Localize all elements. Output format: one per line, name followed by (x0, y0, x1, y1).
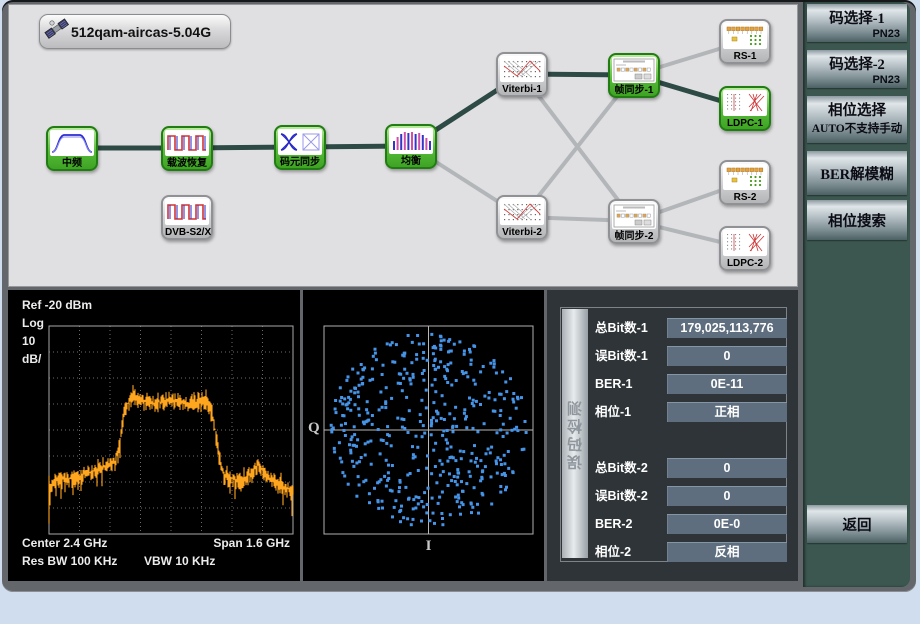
eye-diagram-icon (278, 129, 322, 155)
flow-node-label: 载波恢复 (165, 156, 209, 171)
square-wave-icon (165, 130, 209, 156)
flow-node-label: RS-2 (723, 190, 767, 205)
flow-node-label: 码元同步 (278, 155, 322, 170)
sidebar-button-3[interactable]: 相位选择AUTO不支持手动 (807, 96, 907, 143)
sidebar-button-4[interactable]: BER解模糊 (807, 151, 907, 195)
square-wave-icon (165, 199, 209, 225)
flow-node-label: LDPC-2 (723, 256, 767, 271)
ber-label: 误Bit数-1 (595, 346, 667, 366)
equalizer-bars-icon (389, 128, 433, 154)
flow-node-label: Viterbi-1 (500, 82, 544, 97)
ber-value-box: 0 (667, 346, 787, 366)
satellite-icon (44, 16, 70, 47)
flow-diagram-panel: 中频 载波恢复 码元同步 均衡 DVB-S2/X Viterbi-1 帧同步-1 RS-1 LD… (8, 4, 798, 287)
ber-value-box: 0E-0 (667, 514, 787, 534)
ber-section-title: 误码检测 (565, 398, 586, 470)
i-axis-label: I (324, 538, 533, 555)
signal-title: 512qam-aircas-5.04G (71, 24, 211, 40)
flow-node-label: RS-1 (723, 49, 767, 64)
ldpc-graph-icon (723, 230, 767, 256)
rs-encoder-icon (723, 23, 767, 49)
ber-label: 相位-1 (595, 402, 667, 422)
ber-value-box: 正相 (667, 402, 787, 422)
trellis-diagram-icon (500, 199, 544, 225)
flow-node-ldpc2[interactable]: LDPC-2 (719, 226, 771, 271)
sidebar-button-sublabel: PN23 (807, 74, 907, 86)
flow-node-fs2[interactable]: 帧同步-2 (608, 199, 660, 244)
center-freq-label: Center 2.4 GHz (22, 536, 107, 550)
ber-label: 总Bit数-1 (595, 318, 667, 338)
ber-panel: 误码检测 总Bit数-1179,025,113,776误Bit数-10BER-1… (547, 290, 798, 581)
flow-node-label: 均衡 (389, 154, 433, 169)
ber-label: BER-2 (595, 514, 667, 534)
flow-node-label: DVB-S2/X (165, 225, 209, 240)
sidebar-button-2[interactable]: 码选择-2PN23 (807, 50, 907, 88)
ber-label: 相位-2 (595, 542, 667, 562)
ber-value-box: 反相 (667, 542, 787, 562)
sidebar-button-1[interactable]: 码选择-1PN23 (807, 4, 907, 42)
log-label: Log (22, 316, 44, 330)
ref-level-label: Ref -20 dBm (22, 298, 92, 312)
back-button-label: 返回 (807, 505, 907, 535)
flow-node-eq[interactable]: 均衡 (385, 124, 437, 169)
sidebar-button-5[interactable]: 相位搜索 (807, 200, 907, 240)
flow-node-fs1[interactable]: 帧同步-1 (608, 53, 660, 98)
rs-encoder-icon (723, 164, 767, 190)
rbw-label: Res BW 100 KHz (22, 554, 117, 568)
sidebar-button-label: 相位选择 (807, 96, 907, 120)
bandpass-spectrum-icon (50, 130, 94, 156)
sidebar-button-sublabel: AUTO不支持手动 (807, 120, 907, 136)
sidebar-button-label: 相位搜索 (807, 200, 907, 231)
flow-node-rs2[interactable]: RS-2 (719, 160, 771, 205)
flow-node-label: 帧同步-1 (612, 83, 656, 98)
flow-node-label: 帧同步-2 (612, 229, 656, 244)
flow-node-label: LDPC-1 (723, 116, 767, 131)
sidebar-button-label: 码选择-2 (807, 50, 907, 74)
span-label: Span 1.6 GHz (213, 536, 290, 550)
ldpc-graph-icon (723, 90, 767, 116)
sidebar: 码选择-1PN23码选择-2PN23相位选择AUTO不支持手动BER解模糊相位搜… (803, 2, 910, 587)
flow-node-label: Viterbi-2 (500, 225, 544, 240)
flow-node-rs1[interactable]: RS-1 (719, 19, 771, 64)
ber-value-box: 0 (667, 458, 787, 478)
flow-node-vit1[interactable]: Viterbi-1 (496, 52, 548, 97)
constellation-panel: Q I (303, 290, 544, 581)
ber-label: 误Bit数-2 (595, 486, 667, 506)
ber-label: BER-1 (595, 374, 667, 394)
scale-label: 10 (22, 334, 35, 348)
flow-node-carrier[interactable]: 载波恢复 (161, 126, 213, 171)
trellis-diagram-icon (500, 56, 544, 82)
sidebar-button-label: 码选择-1 (807, 4, 907, 28)
flow-node-dvb[interactable]: DVB-S2/X (161, 195, 213, 240)
vbw-label: VBW 10 KHz (144, 554, 215, 568)
ber-value-box: 0 (667, 486, 787, 506)
sidebar-button-label: BER解模糊 (807, 151, 907, 184)
frame-sync-window-icon (612, 57, 656, 83)
sidebar-button-sublabel: PN23 (807, 28, 907, 40)
spectrum-analyzer-panel: Ref -20 dBm Log 10 dB/ Center 2.4 GHz Sp… (8, 290, 300, 581)
signal-title-button[interactable]: 512qam-aircas-5.04G (39, 14, 231, 49)
flow-node-vit2[interactable]: Viterbi-2 (496, 195, 548, 240)
app-window: 中频 载波恢复 码元同步 均衡 DVB-S2/X Viterbi-1 帧同步-1 RS-1 LD… (2, 0, 916, 592)
flow-node-label: 中频 (50, 156, 94, 171)
ber-value-box: 0E-11 (667, 374, 787, 394)
per-div-label: dB/ (22, 352, 41, 366)
flow-node-symsync[interactable]: 码元同步 (274, 125, 326, 170)
frame-sync-window-icon (612, 203, 656, 229)
ber-section-bar: 误码检测 (562, 309, 588, 558)
ber-label: 总Bit数-2 (595, 458, 667, 478)
back-button[interactable]: 返回 (807, 505, 907, 543)
flow-node-zhongpin[interactable]: 中频 (46, 126, 98, 171)
q-axis-label: Q (308, 420, 320, 437)
flow-node-ldpc1[interactable]: LDPC-1 (719, 86, 771, 131)
ber-value-box: 179,025,113,776 (667, 318, 787, 338)
